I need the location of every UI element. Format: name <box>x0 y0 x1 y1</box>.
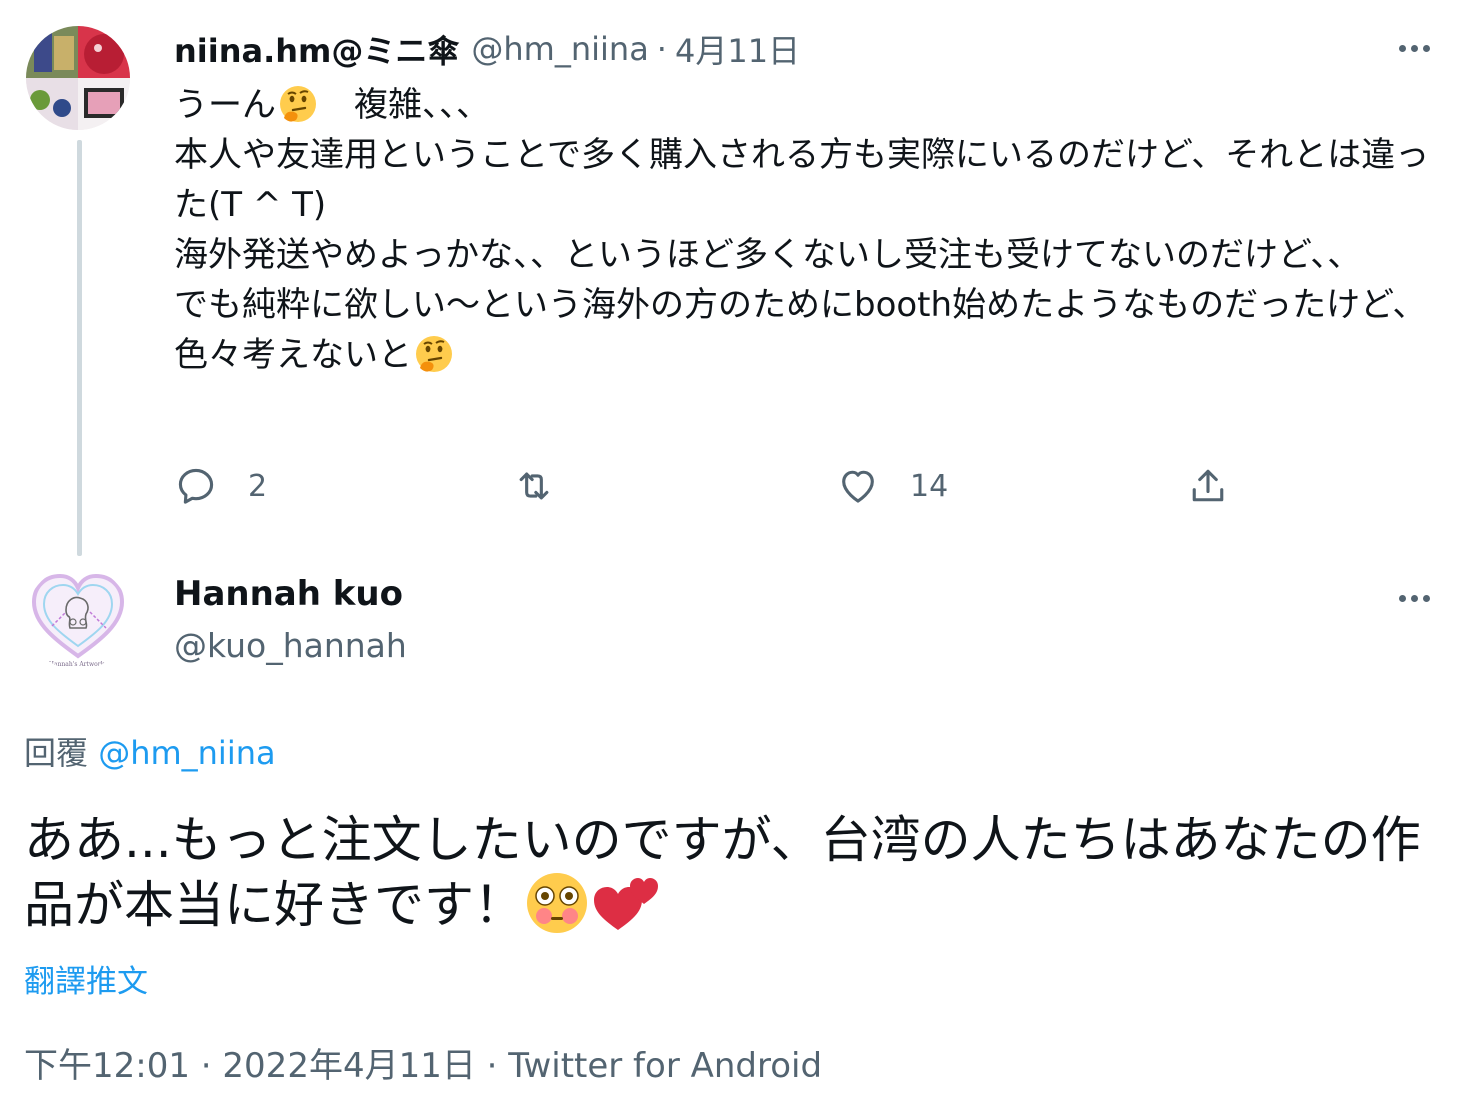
translate-tweet-link[interactable]: 翻譯推文 <box>24 956 148 1001</box>
share-icon <box>1192 469 1224 502</box>
reply-prefix: 回覆 <box>24 734 89 772</box>
tweet1-text: うーん 複雑、、、 本人や友達用ということで多く購入される方も実際にいるのだけど… <box>174 80 1444 380</box>
meta-separator: · <box>486 1046 498 1086</box>
tweet2-date[interactable]: 2022年4月11日 <box>222 1046 475 1086</box>
tweet1-line-4: でも純粋に欲しい〜という海外の方のためにbooth始めたようなものだったけど、色… <box>174 285 1427 375</box>
more-options-icon[interactable] <box>1392 576 1436 620</box>
tweet2-body: ああ...もっと注文したいのですが、台湾の人たちはあなたの作品が本当に好きです！ <box>24 811 1421 934</box>
reply-context: 回覆 @hm_niina <box>24 728 276 774</box>
thinking-face-icon <box>278 84 318 124</box>
thinking-face-icon <box>414 334 454 374</box>
share-button[interactable] <box>1186 458 1230 514</box>
tweet1-action-bar: 2 14 <box>174 458 1274 514</box>
flushed-face-icon <box>524 870 590 949</box>
meta-separator: · <box>200 1046 212 1086</box>
avatar-niina[interactable] <box>26 26 130 130</box>
retweet-icon <box>519 472 549 500</box>
tweet1-line-1: うーん <box>174 85 276 125</box>
tweet1-handle[interactable]: @hm_niina <box>471 30 648 68</box>
thread-line <box>77 140 82 556</box>
like-count: 14 <box>910 468 949 504</box>
avatar-hannah[interactable]: Hannah's Artworks <box>26 566 130 670</box>
tweet1-date[interactable]: 4月11日 <box>675 26 800 72</box>
tweet1-line-1-rest: 複雑、、、 <box>320 85 490 125</box>
tweet2-source[interactable]: Twitter for Android <box>508 1046 822 1086</box>
more-options-icon[interactable] <box>1392 26 1436 70</box>
tweet2-meta: 下午12:01 · 2022年4月11日 · Twitter for Andro… <box>24 1038 822 1087</box>
heart-icon <box>842 470 874 503</box>
reply-icon <box>178 468 214 504</box>
avatar-text: Hannah's Artworks <box>49 661 108 668</box>
tweet2-handle[interactable]: @kuo_hannah <box>174 626 407 665</box>
tweet2-time[interactable]: 下午12:01 <box>24 1046 190 1086</box>
tweet2-text: ああ...もっと注文したいのですが、台湾の人たちはあなたの作品が本当に好きです！ <box>24 810 1434 949</box>
like-button[interactable]: 14 <box>836 458 948 514</box>
tweet1-display-name[interactable]: niina.hm@ミニ傘 <box>174 26 459 72</box>
tweet1-line-3: 海外発送やめよっかな、、というほど多くないし受注も受けてないのだけど、、 <box>174 235 1362 275</box>
reply-mention-link[interactable]: @hm_niina <box>98 734 275 772</box>
retweet-button[interactable] <box>512 458 586 514</box>
reply-count: 2 <box>248 468 268 504</box>
tweet1-header: niina.hm@ミニ傘 @hm_niina · 4月11日 <box>174 24 800 74</box>
tweet1-separator: · <box>656 30 667 68</box>
tweet1-line-2: 本人や友達用ということで多く購入される方も実際にいるのだけど、それとは違った(T… <box>174 135 1430 225</box>
tweet2-display-name[interactable]: Hannah kuo <box>174 574 403 614</box>
two-hearts-icon <box>590 870 662 949</box>
reply-button[interactable]: 2 <box>174 458 267 514</box>
